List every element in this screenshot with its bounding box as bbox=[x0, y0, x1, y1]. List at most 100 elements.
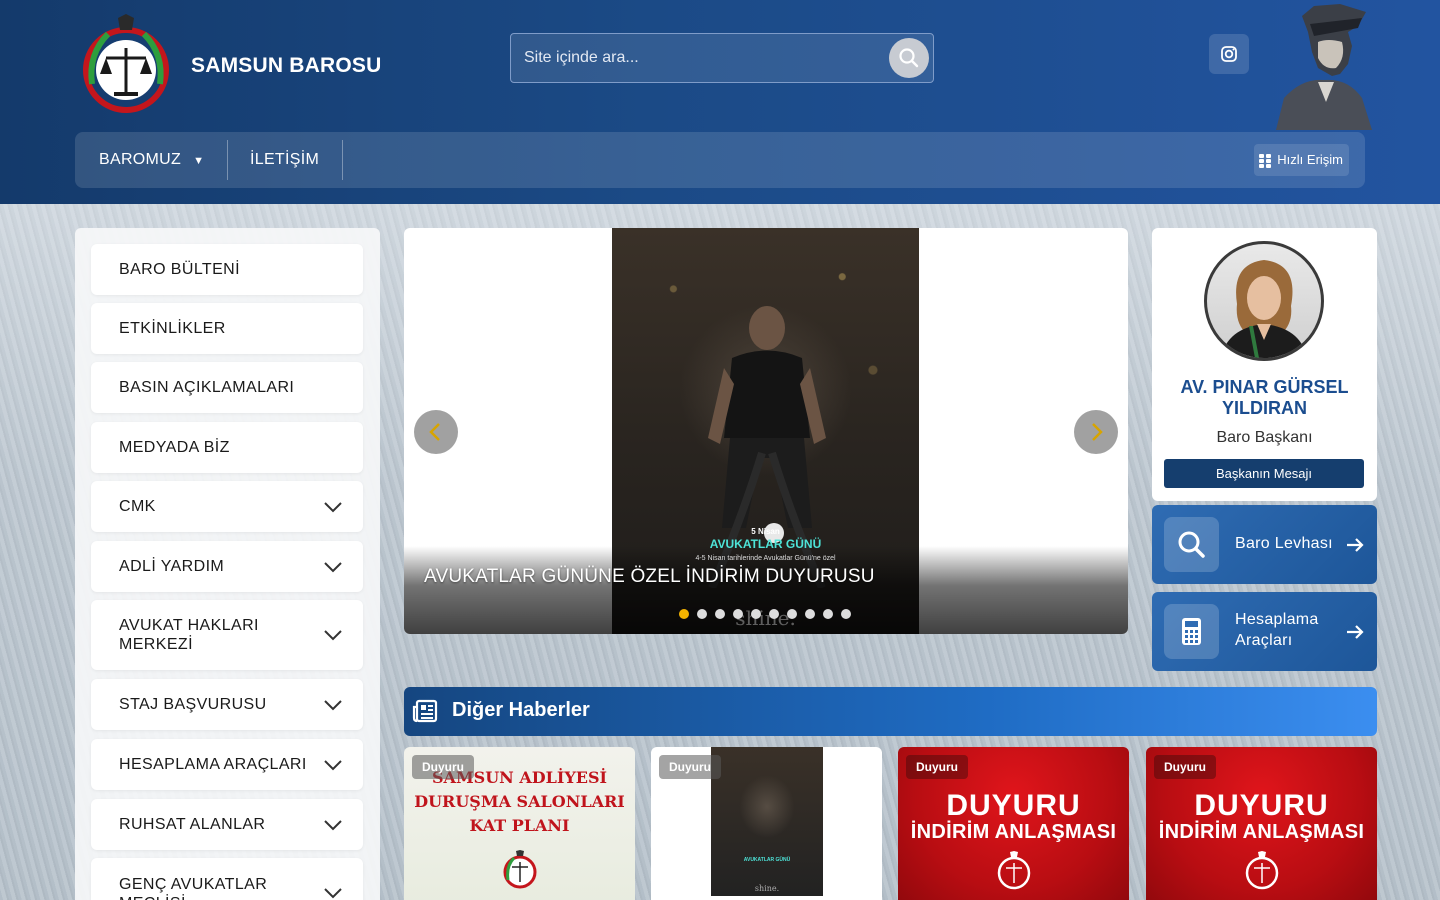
slide-image-subtitle: 4-5 Nisan tarihlerinde Avukatlar Günü'ne… bbox=[695, 555, 836, 562]
nav-divider bbox=[227, 140, 228, 180]
tool-icon-box bbox=[1164, 604, 1219, 659]
sidebar-item-hesaplama-araclari[interactable]: HESAPLAMA ARAÇLARI bbox=[91, 739, 363, 790]
other-news-title: Diğer Haberler bbox=[452, 699, 590, 721]
sidebar-item-label: BARO BÜLTENİ bbox=[119, 261, 240, 278]
president-role: Baro Başkanı bbox=[1216, 429, 1313, 446]
slider-dot[interactable] bbox=[805, 609, 815, 619]
chevron-left-icon bbox=[429, 423, 440, 441]
slider-dot[interactable] bbox=[823, 609, 833, 619]
tool-icon-box bbox=[1164, 517, 1219, 572]
search-input[interactable] bbox=[511, 34, 881, 82]
bar-association-logo[interactable] bbox=[78, 14, 174, 116]
sidebar-item-label: STAJ BAŞVURUSU bbox=[119, 696, 267, 713]
nav-label: BAROMUZ bbox=[99, 151, 182, 168]
quick-access-button[interactable]: Hızlı Erişim bbox=[1254, 144, 1349, 176]
slider-dot[interactable] bbox=[769, 609, 779, 619]
nav-item-baromuz[interactable]: BAROMUZ ▼ bbox=[99, 132, 204, 188]
nav-label: İLETİŞİM bbox=[250, 151, 320, 168]
news-tag: Duyuru bbox=[1154, 755, 1216, 779]
bar-emblem-icon bbox=[503, 850, 537, 889]
sidebar-item-ruhsat-alanlar[interactable]: RUHSAT ALANLAR bbox=[91, 799, 363, 850]
calculator-icon bbox=[1182, 618, 1201, 645]
bar-emblem-icon bbox=[997, 851, 1031, 890]
sidebar-item-label: CMK bbox=[119, 498, 156, 515]
sidebar-item-medyada-biz[interactable]: MEDYADA BİZ bbox=[91, 422, 363, 473]
news-card[interactable]: DUYURU İNDİRİM ANLAŞMASI Duyuru bbox=[898, 747, 1129, 900]
chevron-down-icon bbox=[324, 501, 342, 512]
news-card[interactable]: SAMSUN ADLİYESİ DURUŞMA SALONLARI KAT PL… bbox=[404, 747, 635, 900]
sidebar-item-genc-avukatlar-meclisi[interactable]: GENÇ AVUKATLAR MECLİSİ bbox=[91, 858, 363, 900]
news-card-big-text: DUYURU bbox=[946, 789, 1081, 822]
slider-dot[interactable] bbox=[697, 609, 707, 619]
slider-dot[interactable] bbox=[787, 609, 797, 619]
sidebar-item-label: ETKİNLİKLER bbox=[119, 320, 226, 337]
chevron-down-icon bbox=[324, 561, 342, 572]
president-card: AV. PINAR GÜRSEL YILDIRAN Baro Başkanı B… bbox=[1152, 228, 1377, 501]
sidebar-item-staj-basvurusu[interactable]: STAJ BAŞVURUSU bbox=[91, 679, 363, 730]
news-tag: Duyuru bbox=[906, 755, 968, 779]
quick-access-label: Hızlı Erişim bbox=[1277, 152, 1343, 167]
news-slider: 5 Nisan AVUKATLAR GÜNÜ 4-5 Nisan tarihle… bbox=[404, 228, 1128, 634]
sidebar-item-adli-yardim[interactable]: ADLİ YARDIM bbox=[91, 541, 363, 592]
chevron-down-icon bbox=[324, 630, 342, 641]
chevron-down-icon bbox=[324, 759, 342, 770]
news-card[interactable]: DUYURU İNDİRİM ANLAŞMASI Duyuru bbox=[1146, 747, 1377, 900]
slide-image-date: 5 Nisan bbox=[751, 527, 780, 536]
main-navigation: BAROMUZ ▼ İLETİŞİM Hızlı Erişim bbox=[75, 132, 1365, 188]
sidebar-item-label: ADLİ YARDIM bbox=[119, 558, 225, 575]
caret-down-icon: ▼ bbox=[193, 155, 205, 167]
nav-item-iletisim[interactable]: İLETİŞİM bbox=[250, 132, 319, 188]
sidebar-item-label: AVUKAT HAKLARI MERKEZİ bbox=[119, 617, 259, 653]
slider-dot[interactable] bbox=[751, 609, 761, 619]
president-message-button[interactable]: Başkanın Mesajı bbox=[1164, 459, 1364, 488]
chevron-right-icon bbox=[1092, 423, 1103, 441]
slider-dot[interactable] bbox=[733, 609, 743, 619]
news-card-image-brand: shine. bbox=[754, 884, 780, 893]
site-header: SAMSUN BAROSU BAROMUZ ▼ İLETİŞİM bbox=[0, 0, 1440, 204]
chevron-down-icon bbox=[324, 699, 342, 710]
sidebar-menu: BARO BÜLTENİ ETKİNLİKLER BASIN AÇIKLAMAL… bbox=[75, 228, 380, 900]
president-name: AV. PINAR GÜRSEL YILDIRAN bbox=[1180, 377, 1349, 418]
news-card-big-text: DUYURU bbox=[1194, 789, 1329, 822]
slider-dot[interactable] bbox=[679, 609, 689, 619]
sidebar-item-label: GENÇ AVUKATLAR MECLİSİ bbox=[119, 876, 268, 900]
bar-roster-label: Baro Levhası bbox=[1235, 535, 1333, 552]
sidebar-item-cmk[interactable]: CMK bbox=[91, 481, 363, 532]
sidebar-item-label: MEDYADA BİZ bbox=[119, 439, 230, 456]
chevron-down-icon bbox=[324, 819, 342, 830]
sidebar-item-etkinlikler[interactable]: ETKİNLİKLER bbox=[91, 303, 363, 354]
calculation-tools-label: Hesaplama Araçları bbox=[1235, 611, 1319, 649]
sidebar-item-avukat-haklari-merkezi[interactable]: AVUKAT HAKLARI MERKEZİ bbox=[91, 600, 363, 670]
sidebar-item-basin-aciklamalari[interactable]: BASIN AÇIKLAMALARI bbox=[91, 362, 363, 413]
calculation-tools-card[interactable]: Hesaplama Araçları bbox=[1152, 592, 1377, 671]
news-card-sub-text: İNDİRİM ANLAŞMASI bbox=[1158, 821, 1365, 843]
slider-pagination bbox=[679, 609, 851, 621]
president-portrait bbox=[1221, 260, 1307, 358]
slide-image-title: AVUKATLAR GÜNÜ bbox=[709, 537, 822, 551]
instagram-icon bbox=[1221, 46, 1237, 62]
slide-caption[interactable]: AVUKATLAR GÜNÜNE ÖZEL İNDİRİM DUYURUSU bbox=[424, 566, 875, 588]
site-search bbox=[510, 33, 934, 83]
instagram-button[interactable] bbox=[1209, 34, 1249, 74]
sidebar-item-baro-bulteni[interactable]: BARO BÜLTENİ bbox=[91, 244, 363, 295]
bar-roster-card[interactable]: Baro Levhası bbox=[1152, 505, 1377, 584]
sidebar-item-label: HESAPLAMA ARAÇLARI bbox=[119, 756, 307, 773]
search-icon bbox=[899, 48, 919, 68]
ataturk-portrait bbox=[1276, 4, 1372, 130]
slider-prev-button[interactable] bbox=[414, 410, 458, 454]
slider-next-button[interactable] bbox=[1074, 410, 1118, 454]
slider-dot[interactable] bbox=[715, 609, 725, 619]
sidebar-item-label: BASIN AÇIKLAMALARI bbox=[119, 379, 295, 396]
news-card-image: AVUKATLAR GÜNÜ shine. bbox=[711, 747, 823, 896]
sidebar-item-label: RUHSAT ALANLAR bbox=[119, 816, 266, 833]
other-news-header: Diğer Haberler bbox=[404, 687, 1377, 736]
nav-divider bbox=[342, 140, 343, 180]
newspaper-icon bbox=[412, 699, 438, 723]
news-card[interactable]: AVUKATLAR GÜNÜ shine. Duyuru bbox=[651, 747, 882, 900]
search-icon bbox=[1178, 531, 1205, 558]
slider-dot[interactable] bbox=[841, 609, 851, 619]
news-tag: Duyuru bbox=[412, 755, 474, 779]
president-photo bbox=[1204, 241, 1324, 361]
search-button[interactable] bbox=[889, 38, 929, 78]
site-title[interactable]: SAMSUN BAROSU bbox=[191, 54, 381, 78]
